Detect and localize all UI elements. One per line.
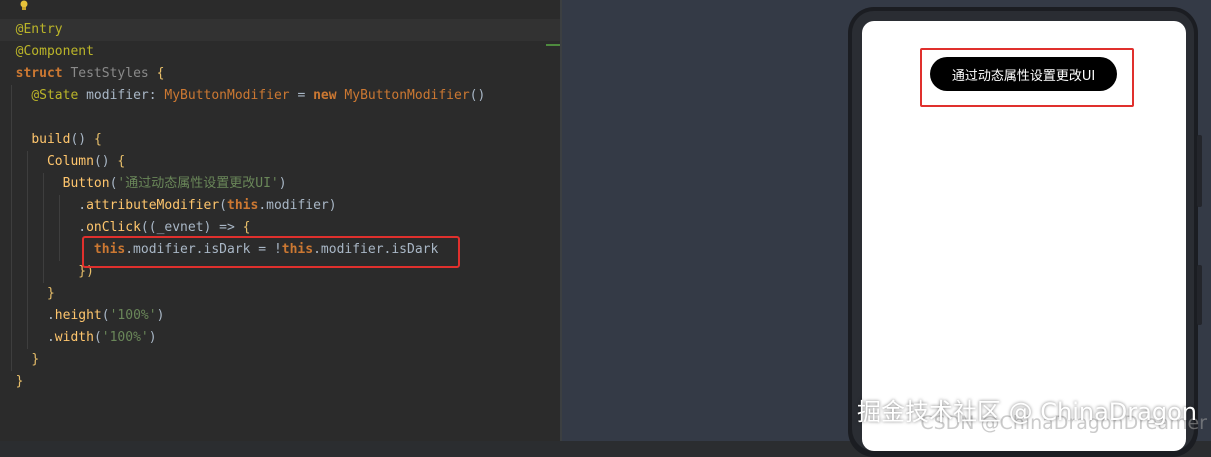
- paren-close: ): [148, 330, 157, 345]
- watermark-juejin: 掘金技术社区 @ ChinaDragon: [857, 398, 1197, 426]
- function-button: Button: [62, 176, 110, 191]
- paren-close: ): [156, 308, 165, 323]
- keyword-struct: struct: [15, 66, 63, 81]
- code-editor[interactable]: @Entry @Component struct TestStyles { @S…: [0, 0, 560, 441]
- paren-close: ): [328, 198, 337, 213]
- paren-open: (: [93, 330, 102, 345]
- code-line-8[interactable]: Button('通过动态属性设置更改UI'): [0, 173, 560, 195]
- brace: {: [156, 66, 165, 81]
- member-access: .modifier: [258, 198, 329, 213]
- indent-guide: [59, 195, 60, 261]
- brace: {: [93, 132, 102, 147]
- code-line-15[interactable]: .width('100%'): [0, 327, 560, 349]
- code-line-1[interactable]: @Entry: [0, 19, 560, 41]
- indent-guide: [43, 173, 44, 283]
- paren-close: ): [278, 176, 287, 191]
- preview-highlight-box: [920, 48, 1134, 107]
- method-height: height: [54, 308, 102, 323]
- device-side-button: [1197, 135, 1202, 207]
- dot: .: [46, 308, 55, 323]
- brace-close: }: [15, 374, 24, 389]
- code-line-3[interactable]: struct TestStyles {: [0, 63, 560, 85]
- change-marker: [546, 44, 560, 46]
- decorator-entry: @Entry: [15, 22, 63, 37]
- brace-close: }: [31, 352, 40, 367]
- string-literal: '通过动态属性设置更改UI': [117, 176, 279, 191]
- indent-guide: [11, 85, 12, 371]
- code-line-7[interactable]: Column() {: [0, 151, 560, 173]
- brace: {: [242, 220, 251, 235]
- code-line-9[interactable]: .attributeModifier(this.modifier): [0, 195, 560, 217]
- function-build: build: [31, 132, 71, 147]
- code-line-6[interactable]: build() {: [0, 129, 560, 151]
- struct-name: TestStyles: [70, 66, 149, 81]
- function-column: Column: [46, 154, 94, 169]
- dot: .: [78, 220, 87, 235]
- decorator-component: @Component: [15, 44, 94, 59]
- code-line-17[interactable]: }: [0, 371, 560, 393]
- code-line-13[interactable]: }: [0, 283, 560, 305]
- code-line-14[interactable]: .height('100%'): [0, 305, 560, 327]
- paren-open: (: [101, 308, 110, 323]
- code-line-2[interactable]: @Component: [0, 41, 560, 63]
- method-width: width: [54, 330, 94, 345]
- brace: {: [117, 154, 126, 169]
- code-line-4[interactable]: @State modifier: MyButtonModifier = new …: [0, 85, 560, 107]
- device-side-button: [1197, 265, 1202, 325]
- keyword-new: new: [313, 88, 337, 103]
- indent-guide: [27, 151, 28, 349]
- method-onclick: onClick: [86, 220, 141, 235]
- method-attribute-modifier: attributeModifier: [86, 198, 220, 213]
- brace-close: }: [46, 286, 55, 301]
- code-line-16[interactable]: }: [0, 349, 560, 371]
- parens: (): [469, 88, 486, 103]
- paren-open: (: [219, 198, 227, 213]
- string-literal: '100%': [109, 308, 157, 323]
- decorator-state: @State: [31, 88, 79, 103]
- arrow: ) =>: [203, 220, 235, 235]
- lightbulb-icon[interactable]: [18, 0, 30, 11]
- parameter: _evnet: [156, 220, 204, 235]
- parens: (): [70, 132, 87, 147]
- code-highlight-box: [82, 236, 460, 268]
- dot: .: [78, 198, 87, 213]
- paren-open: ((: [140, 220, 157, 235]
- keyword-this: this: [227, 198, 259, 213]
- constructor-call: MyButtonModifier: [344, 88, 470, 103]
- type-name: MyButtonModifier: [164, 88, 290, 103]
- identifier: modifier:: [86, 88, 157, 103]
- dot: .: [46, 330, 55, 345]
- parens: (): [93, 154, 110, 169]
- string-literal: '100%': [101, 330, 149, 345]
